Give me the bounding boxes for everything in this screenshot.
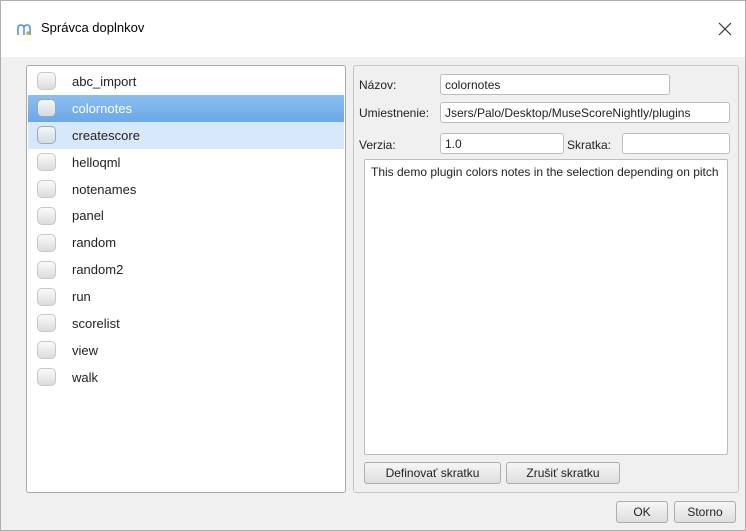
plugin-enabled-checkbox[interactable] — [37, 126, 56, 145]
plugin-list-item[interactable]: notenames — [28, 176, 344, 203]
plugin-name-label: random2 — [72, 262, 124, 278]
plugin-name-label: createscore — [72, 127, 140, 143]
plugin-list-item[interactable]: random2 — [28, 256, 344, 283]
plugin-enabled-checkbox[interactable] — [37, 341, 56, 360]
plugin-list-item[interactable]: scorelist — [28, 310, 344, 337]
plugin-list-item[interactable]: run — [28, 283, 344, 310]
ok-button[interactable]: OK — [616, 501, 668, 523]
location-label: Umiestnenie: — [359, 106, 430, 120]
plugin-name-label: view — [72, 342, 99, 358]
plugin-name-label: abc_import — [72, 73, 137, 89]
plugin-list-item[interactable]: panel — [28, 202, 344, 229]
plugin-name-label: notenames — [72, 181, 137, 197]
plugin-list: abc_import colornotes createscore helloqml n… — [26, 65, 346, 493]
version-field[interactable]: 1.0 — [440, 133, 564, 154]
plugin-enabled-checkbox[interactable] — [37, 99, 56, 118]
title-bar: Správca doplnkov — [1, 1, 745, 57]
shortcut-label: Skratka: — [567, 138, 612, 152]
close-icon — [718, 22, 732, 36]
plugin-name-label: colornotes — [72, 100, 132, 116]
plugin-details-panel: Názov: colornotes Umiestnenie: Jsers/Pal… — [353, 65, 739, 493]
plugin-enabled-checkbox[interactable] — [37, 368, 56, 387]
plugin-enabled-checkbox[interactable] — [37, 287, 56, 306]
plugin-enabled-checkbox[interactable] — [37, 153, 56, 172]
window-title: Správca doplnkov — [41, 20, 145, 35]
name-label: Názov: — [359, 78, 397, 92]
plugin-enabled-checkbox[interactable] — [37, 72, 56, 91]
clear-shortcut-button[interactable]: Zrušiť skratku — [506, 462, 620, 484]
name-field[interactable]: colornotes — [440, 74, 670, 95]
plugin-list-item[interactable]: abc_import — [28, 68, 344, 95]
cancel-button[interactable]: Storno — [674, 501, 736, 523]
define-shortcut-button[interactable]: Definovať skratku — [364, 462, 501, 484]
plugin-enabled-checkbox[interactable] — [37, 206, 56, 225]
plugin-name-label: walk — [72, 369, 99, 385]
plugin-list-item[interactable]: createscore — [28, 121, 344, 149]
musescore-app-icon — [17, 23, 33, 37]
plugin-list-item[interactable]: walk — [28, 364, 344, 391]
close-button[interactable] — [713, 17, 737, 41]
plugin-name-label: panel — [72, 208, 104, 224]
location-field[interactable]: Jsers/Palo/Desktop/MuseScoreNightly/plug… — [440, 102, 730, 123]
plugin-enabled-checkbox[interactable] — [37, 233, 56, 252]
shortcut-field[interactable] — [622, 133, 730, 154]
plugin-list-item[interactable]: random — [28, 229, 344, 256]
plugin-name-label: random — [72, 235, 117, 251]
plugin-name-label: helloqml — [72, 154, 121, 170]
description-box: This demo plugin colors notes in the sel… — [364, 159, 728, 455]
plugin-enabled-checkbox[interactable] — [37, 314, 56, 333]
plugin-enabled-checkbox[interactable] — [37, 260, 56, 279]
plugin-name-label: scorelist — [72, 315, 120, 331]
plugin-list-item[interactable]: colornotes — [28, 94, 344, 122]
version-label: Verzia: — [359, 138, 396, 152]
plugin-name-label: run — [72, 289, 91, 305]
plugin-list-item[interactable]: view — [28, 337, 344, 364]
plugin-manager-dialog: Správca doplnkov abc_import colornotes cre… — [0, 0, 746, 531]
plugin-list-item[interactable]: helloqml — [28, 149, 344, 176]
plugin-enabled-checkbox[interactable] — [37, 180, 56, 198]
